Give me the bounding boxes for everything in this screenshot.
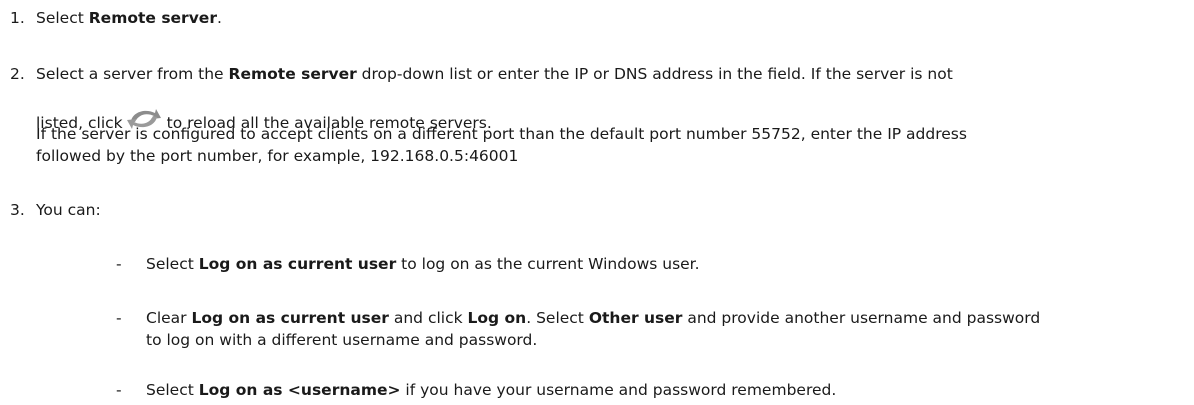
ui-term: Other user — [588, 309, 683, 327]
step-text: Select a server from the Remote server d… — [36, 65, 953, 83]
ui-term: Log on — [467, 309, 527, 327]
option-text: Select Log on as <username> if you have … — [146, 381, 837, 399]
option-text: Clear Log on as current user and click L… — [146, 309, 1041, 327]
bullet-dash: - — [116, 381, 122, 399]
step-number: 2. — [10, 65, 25, 83]
step-number: 1. — [10, 9, 25, 27]
bullet-dash: - — [116, 309, 122, 327]
ui-term: Log on as <username> — [198, 381, 401, 399]
ui-term: Remote server — [228, 65, 357, 83]
ui-term: Log on as current user — [191, 309, 389, 327]
option-text: Select Log on as current user to log on … — [146, 255, 700, 273]
ui-term: Remote server — [88, 9, 217, 27]
step-number: 3. — [10, 201, 25, 219]
step-text: You can: — [36, 201, 101, 219]
bullet-dash: - — [116, 255, 122, 273]
ui-term: Log on as current user — [198, 255, 397, 273]
step-text: Select Remote server. — [36, 9, 222, 27]
